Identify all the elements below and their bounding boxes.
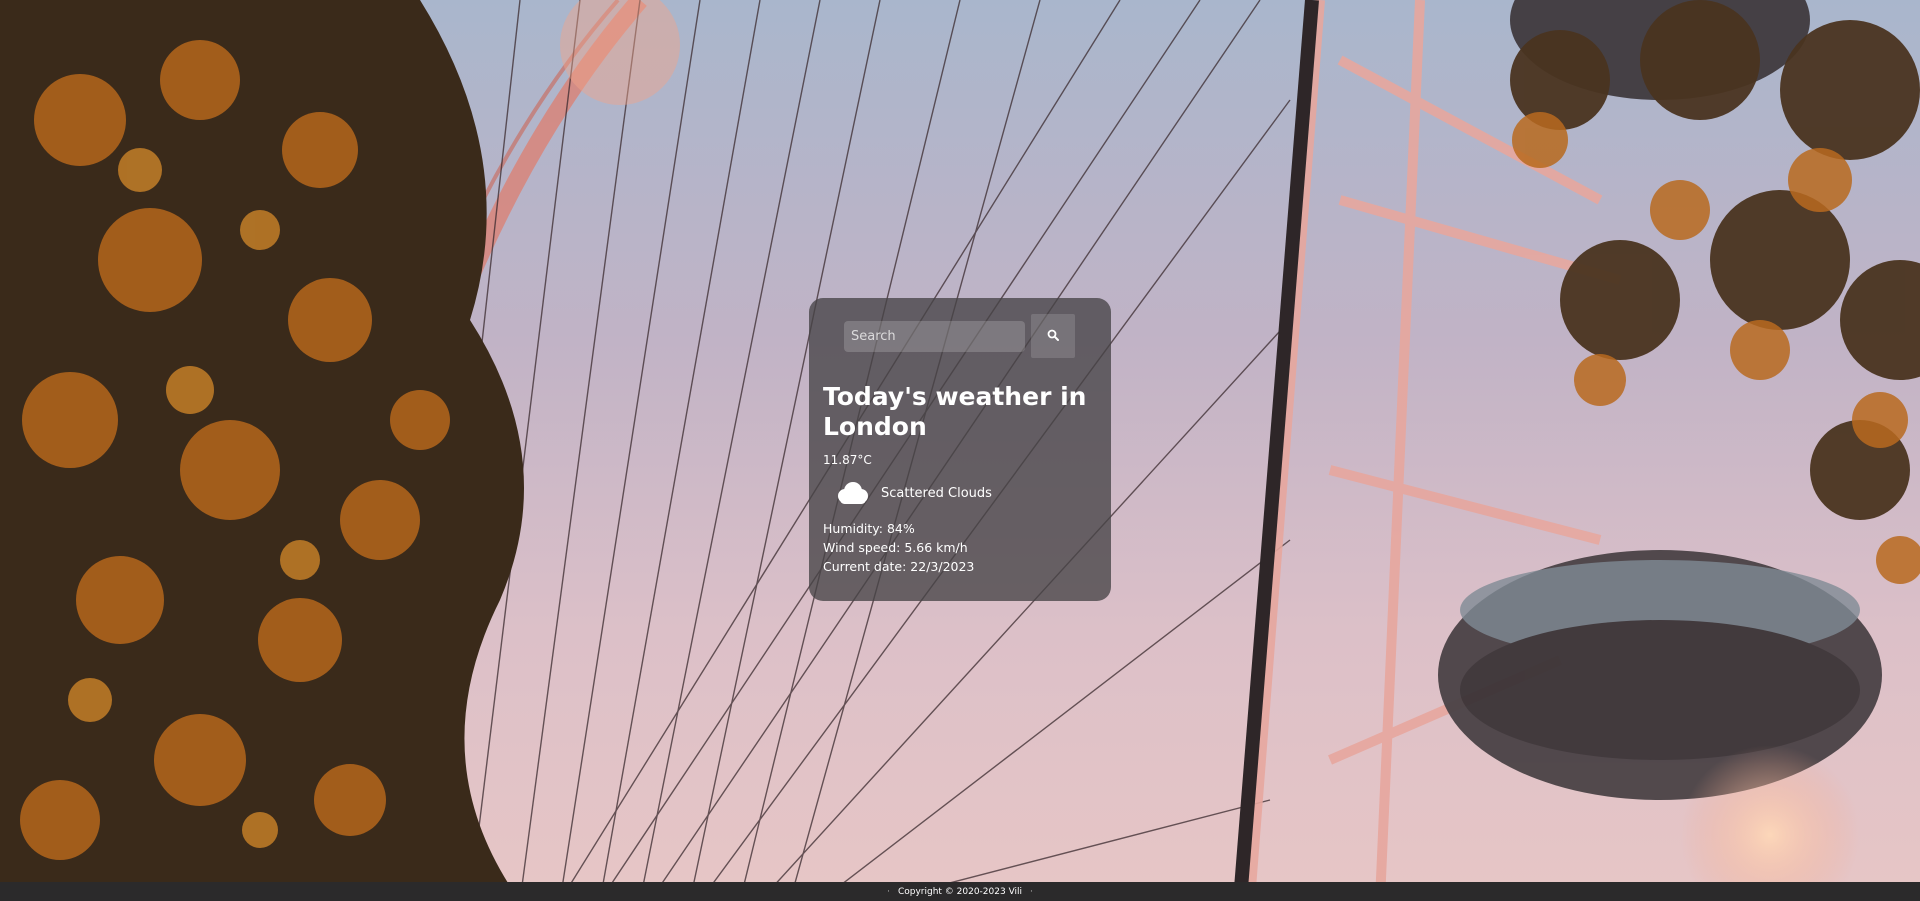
foliage-left bbox=[0, 0, 524, 901]
weather-card: Today's weather in London 11.87°C Scatte… bbox=[809, 298, 1111, 601]
cloud-icon bbox=[831, 480, 873, 506]
humidity: Humidity: 84% bbox=[823, 521, 915, 536]
search-button[interactable] bbox=[1031, 314, 1075, 358]
footer-dot-right: · bbox=[1030, 886, 1033, 897]
condition-row: Scattered Clouds bbox=[823, 480, 1097, 506]
weather-title: Today's weather in London bbox=[823, 382, 1087, 441]
footer: · Copyright © 2020-2023 Vili · bbox=[0, 882, 1920, 901]
copyright-text: Copyright © 2020-2023 Vili bbox=[897, 886, 1023, 897]
foliage-right bbox=[1510, 0, 1920, 584]
wind-speed: Wind speed: 5.66 km/h bbox=[823, 540, 968, 555]
weather-details: Humidity: 84% Wind speed: 5.66 km/h Curr… bbox=[823, 519, 1097, 576]
footer-dot-left: · bbox=[887, 886, 890, 897]
search-input[interactable] bbox=[844, 320, 1025, 352]
current-date: Current date: 22/3/2023 bbox=[823, 559, 975, 574]
temperature: 11.87°C bbox=[823, 453, 872, 467]
search-icon bbox=[1047, 329, 1059, 344]
search-bar bbox=[844, 314, 1097, 358]
weather-condition: Scattered Clouds bbox=[881, 485, 992, 501]
